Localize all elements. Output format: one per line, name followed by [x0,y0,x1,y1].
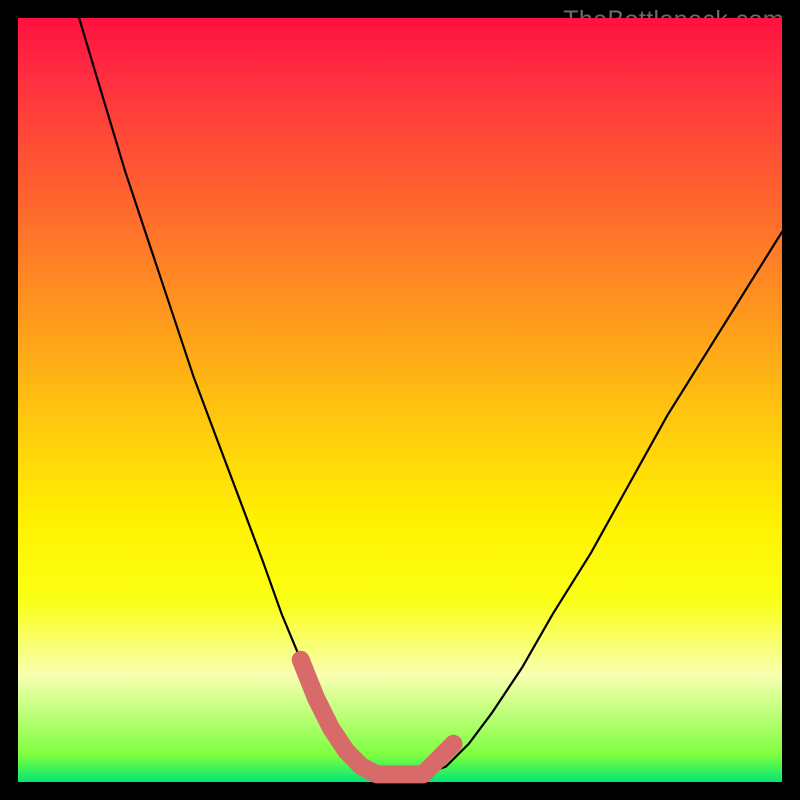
chart-frame: TheBottleneck.com [0,0,800,800]
chart-svg [18,18,782,782]
optimal-range-highlight [301,660,454,775]
plot-area [18,18,782,782]
bottleneck-curve [79,18,782,774]
